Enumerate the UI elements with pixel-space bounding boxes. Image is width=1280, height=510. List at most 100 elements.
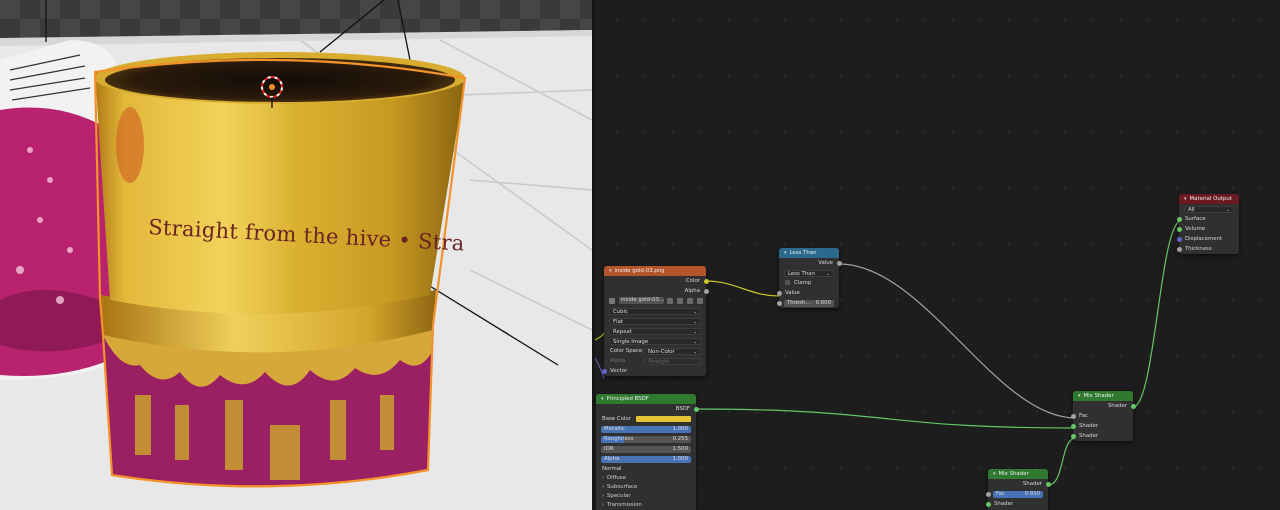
node-title: inside gold-03.png	[614, 268, 665, 274]
node-title: Principled BSDF	[606, 396, 649, 402]
node-title: Material Output	[1189, 196, 1232, 202]
input-shader-2: Shader	[1070, 431, 1133, 441]
socket[interactable]	[1070, 413, 1076, 419]
image-name-field[interactable]: inside gold-03...	[618, 297, 664, 304]
socket[interactable]	[601, 368, 607, 374]
operation-row: Less Than ⌄	[779, 268, 839, 278]
link-bsdf-to-mix	[693, 408, 1077, 429]
3d-viewport[interactable]: Straight from the hive • Stra	[0, 0, 592, 510]
color-space-dropdown[interactable]: Non-Color ⌄	[644, 347, 701, 355]
node-title: Less Than	[789, 250, 817, 256]
projection-row: Flat ⌄	[604, 316, 706, 326]
node-mix-shader[interactable]: ▾ Mix Shader Shader Fac Shader Shader	[1070, 391, 1136, 441]
fake-user-icon[interactable]	[667, 297, 674, 304]
fac-field[interactable]: Fac 0.930	[993, 490, 1043, 498]
input-fac: Fac	[1070, 411, 1133, 421]
link-color-to-value	[705, 280, 780, 297]
clamp-checkbox[interactable]	[785, 280, 790, 285]
node-less-than[interactable]: ▾ Less Than Value Less Than ⌄ Clamp Value …	[776, 248, 842, 308]
output-shader: Shader	[988, 479, 1051, 489]
socket[interactable]	[985, 491, 991, 497]
socket[interactable]	[776, 300, 782, 306]
input-shader-1: Shader	[1070, 421, 1133, 431]
input-displacement: Displacement	[1176, 234, 1239, 244]
input-volume: Volume	[1176, 224, 1239, 234]
duplicate-icon[interactable]	[677, 297, 684, 304]
roughness-row: Roughness 0.255	[596, 434, 696, 444]
shader-node-editor[interactable]: ▾ inside gold-03.png Color Alpha inside g…	[595, 0, 1280, 510]
image-browse-icon[interactable]	[609, 297, 615, 304]
node-image-texture[interactable]: ▾ inside gold-03.png Color Alpha inside g…	[601, 266, 709, 376]
node-title: Mix Shader	[998, 471, 1029, 477]
base-color-swatch[interactable]	[636, 416, 691, 422]
node-header[interactable]: ▾ Principled BSDF	[596, 394, 696, 404]
node-mix-shader-2[interactable]: ▾ Mix Shader Shader Fac 0.930 Shader	[985, 469, 1051, 510]
clamp-label: Clamp	[794, 280, 812, 286]
socket[interactable]	[1070, 433, 1076, 439]
operation-dropdown[interactable]: Less Than ⌄	[784, 269, 834, 277]
panel-specular[interactable]: › Specular	[596, 492, 696, 501]
open-folder-icon[interactable]	[686, 297, 693, 304]
viewport-scene	[0, 0, 592, 510]
panel-subsurface[interactable]: › Subsurface	[596, 483, 696, 492]
projection-dropdown[interactable]: Flat ⌄	[609, 317, 701, 325]
node-header[interactable]: ▾ Material Output	[1179, 194, 1239, 204]
panel-diffuse[interactable]: › Diffuse	[596, 474, 696, 483]
metallic-field[interactable]: Metallic 1.000	[601, 425, 691, 433]
interpolation-dropdown[interactable]: Cubic ⌄	[609, 307, 701, 315]
threshold-field[interactable]: Thresh... 0.600	[784, 299, 834, 307]
unlink-icon[interactable]	[696, 297, 703, 304]
fac-row: Fac 0.930	[985, 489, 1048, 499]
base-color-row: Base Color	[596, 414, 696, 424]
alpha-mode-label: Alpha	[610, 358, 626, 364]
socket[interactable]	[776, 290, 782, 296]
socket[interactable]	[703, 288, 709, 294]
input-vector: Vector	[601, 366, 706, 376]
metallic-row: Metallic 1.000	[596, 424, 696, 434]
panel-transmission[interactable]: › Transmission	[596, 501, 696, 510]
socket[interactable]	[1130, 403, 1136, 409]
output-color: Color	[604, 276, 709, 286]
image-selector[interactable]: inside gold-03...	[604, 296, 706, 306]
socket[interactable]	[1045, 481, 1051, 487]
target-row: All ⌄	[1179, 204, 1239, 214]
socket[interactable]	[693, 406, 699, 412]
alpha-field[interactable]: Alpha 1.000	[601, 455, 691, 463]
node-header[interactable]: ▾ inside gold-03.png	[604, 266, 706, 276]
socket[interactable]	[985, 501, 991, 507]
socket[interactable]	[1176, 236, 1182, 242]
node-principled-bsdf[interactable]: ▾ Principled BSDF BSDF Base Color Metalli…	[596, 394, 699, 510]
ior-field[interactable]: IOR 1.500	[601, 445, 691, 453]
interpolation-row: Cubic ⌄	[604, 306, 706, 316]
socket[interactable]	[1070, 423, 1076, 429]
alpha-mode-row: Alpha Straight	[604, 356, 706, 366]
socket[interactable]	[1176, 216, 1182, 222]
source-dropdown[interactable]: Single Image ⌄	[609, 337, 701, 345]
node-material-output[interactable]: ▾ Material Output All ⌄ Surface Volume Dis…	[1176, 194, 1239, 254]
source-row: Single Image ⌄	[604, 336, 706, 346]
alpha-mode-dropdown[interactable]: Straight	[644, 357, 701, 365]
color-space-row: Color Space Non-Color ⌄	[604, 346, 706, 356]
node-header[interactable]: ▾ Mix Shader	[1073, 391, 1133, 401]
clamp-row: Clamp	[779, 278, 839, 288]
threshold-row: Thresh... 0.600	[776, 298, 839, 308]
input-surface: Surface	[1176, 214, 1239, 224]
output-bsdf: BSDF	[596, 404, 699, 414]
socket[interactable]	[703, 278, 709, 284]
alpha-row: Alpha 1.000	[596, 454, 696, 464]
normal-row: Normal	[602, 466, 622, 472]
output-alpha: Alpha	[604, 286, 709, 296]
link-lessthan-to-fac	[838, 263, 1077, 419]
roughness-field[interactable]: Roughness 0.255	[601, 435, 691, 443]
extension-dropdown[interactable]: Repeat ⌄	[609, 327, 701, 335]
target-dropdown[interactable]: All ⌄	[1184, 205, 1234, 213]
input-shader: Shader	[985, 499, 1048, 509]
node-header[interactable]: ▾ Less Than	[779, 248, 839, 258]
color-space-label: Color Space	[610, 348, 643, 354]
socket[interactable]	[836, 260, 842, 266]
input-thickness: Thickness	[1176, 244, 1239, 254]
socket[interactable]	[1176, 226, 1182, 232]
node-header[interactable]: ▾ Mix Shader	[988, 469, 1048, 479]
node-links	[595, 220, 1182, 486]
socket[interactable]	[1176, 246, 1182, 252]
